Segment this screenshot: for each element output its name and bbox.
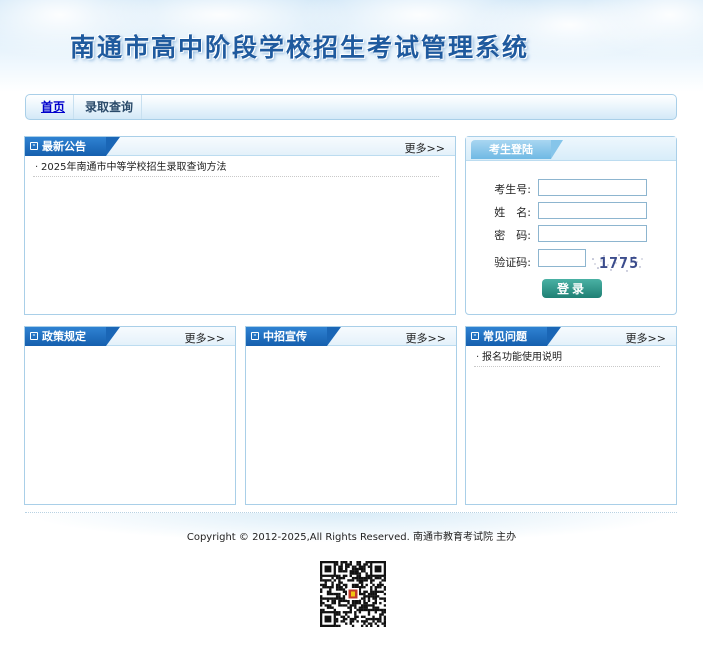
panel-title: 考生登陆 (489, 143, 533, 156)
more-link[interactable]: 更多>> (406, 330, 446, 346)
qr-code-graphic (320, 561, 387, 628)
promo-panel: - 中招宣传 更多>> (245, 326, 457, 505)
panel-title: 中招宣传 (263, 330, 307, 343)
panel-title: 常见问题 (483, 330, 527, 343)
header-banner: 南通市高中阶段学校招生考试管理系统 (0, 0, 703, 92)
main-nav: 首页 录取查询 (25, 94, 677, 120)
qr-code-icon (320, 561, 387, 628)
panel-header: 考生登陆 (466, 137, 676, 161)
collapse-icon: - (30, 332, 38, 340)
nav-admission-query[interactable]: 录取查询 (77, 95, 143, 119)
name-row: 姓 名: (466, 202, 676, 220)
panel-header: - 最新公告 更多>> (25, 137, 455, 156)
password-row: 密 码: (466, 225, 676, 243)
collapse-icon: - (251, 332, 259, 340)
more-link[interactable]: 更多>> (185, 330, 225, 346)
faq-panel: - 常见问题 更多>> · 报名功能使用说明 (465, 326, 677, 505)
name-input[interactable] (538, 202, 647, 219)
faq-list: · 报名功能使用说明 (474, 349, 660, 367)
exam-no-input[interactable] (538, 179, 647, 196)
panel-header: - 中招宣传 更多>> (246, 327, 456, 346)
announcement-list: · 2025年南通市中等学校招生录取查询方法 (33, 159, 439, 177)
list-item[interactable]: · 报名功能使用说明 (474, 349, 660, 367)
more-link[interactable]: 更多>> (626, 330, 666, 346)
panel-tab: - 常见问题 (466, 327, 561, 346)
panel-tab: - 政策规定 (25, 327, 120, 346)
collapse-icon: - (30, 142, 38, 150)
name-label: 姓 名: (494, 206, 531, 219)
panel-title: 最新公告 (42, 140, 86, 153)
captcha-label: 验证码: (494, 256, 531, 269)
panel-tab: - 最新公告 (25, 137, 120, 156)
panel-header: - 常见问题 更多>> (466, 327, 676, 346)
captcha-image[interactable]: 1775 (589, 253, 645, 273)
site-title: 南通市高中阶段学校招生考试管理系统 (70, 33, 530, 62)
list-item[interactable]: · 2025年南通市中等学校招生录取查询方法 (33, 159, 439, 177)
more-link[interactable]: 更多>> (405, 140, 445, 156)
copyright-text: Copyright © 2012-2025,All Rights Reserve… (186, 532, 517, 543)
password-input[interactable] (538, 225, 647, 242)
login-panel: 考生登陆 考生号: 姓 名: 密 码: 验证码: 1775 登录 (465, 136, 677, 315)
exam-no-label: 考生号: (494, 183, 531, 196)
panel-tab: - 中招宣传 (246, 327, 341, 346)
login-tab: 考生登陆 (471, 140, 563, 159)
captcha-input[interactable] (538, 249, 586, 267)
captcha-code: 1775 (599, 254, 640, 272)
panel-title: 政策规定 (42, 330, 86, 343)
nav-home[interactable]: 首页 (33, 95, 75, 119)
login-button[interactable]: 登录 (542, 279, 602, 298)
panel-header: - 政策规定 更多>> (25, 327, 235, 346)
password-label: 密 码: (494, 229, 531, 242)
captcha-row: 验证码: 1775 (466, 249, 676, 275)
announcements-panel: - 最新公告 更多>> · 2025年南通市中等学校招生录取查询方法 (24, 136, 456, 315)
collapse-icon: - (471, 332, 479, 340)
exam-no-row: 考生号: (466, 179, 676, 197)
policy-panel: - 政策规定 更多>> (24, 326, 236, 505)
